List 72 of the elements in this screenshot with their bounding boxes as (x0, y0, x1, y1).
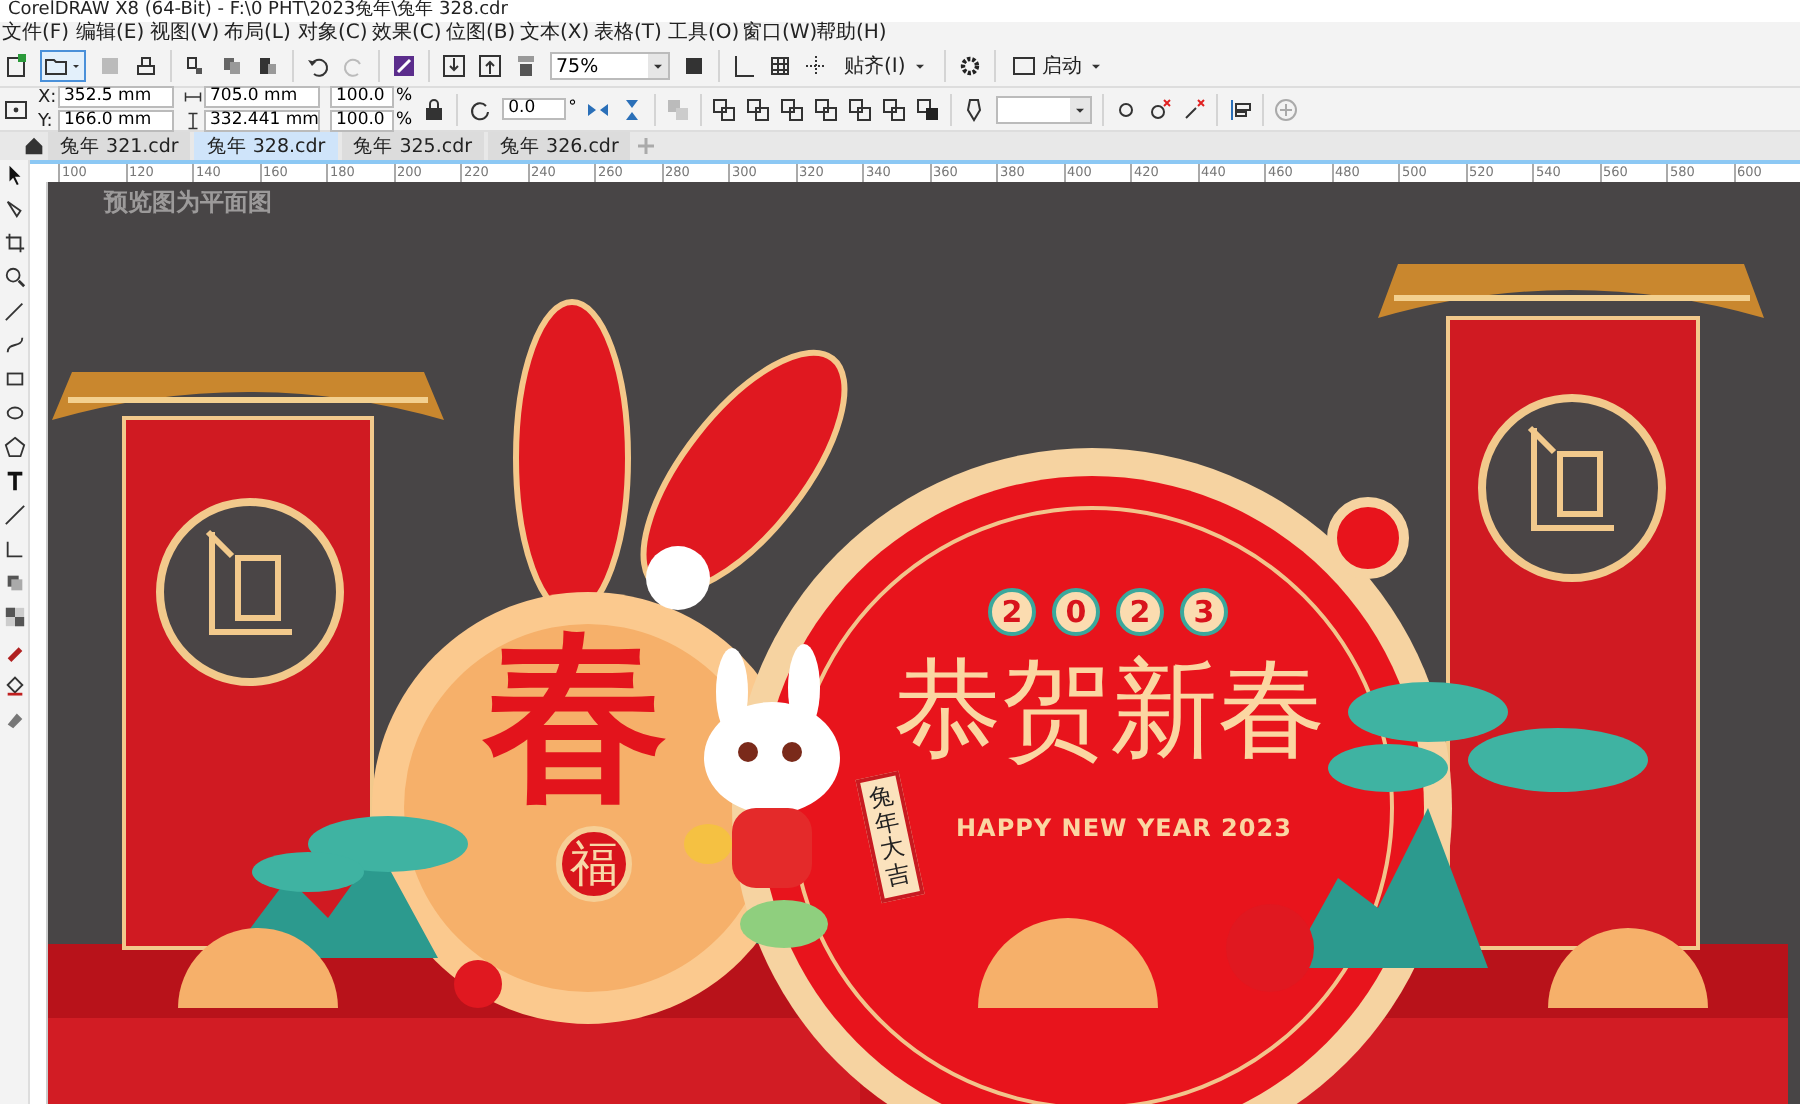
connector-tool-icon[interactable] (3, 538, 25, 560)
rotate-icon[interactable] (468, 97, 493, 121)
launch-button[interactable]: 启动 (1007, 52, 1108, 80)
freehand-tool-icon[interactable] (3, 300, 25, 322)
menu-item[interactable]: 文件(F) (0, 22, 74, 46)
unit-label: % (396, 88, 413, 106)
undo-icon[interactable] (306, 54, 330, 78)
document-tab[interactable]: 兔年 325.cdr (341, 132, 485, 160)
rectangle-tool-icon[interactable] (3, 368, 25, 390)
menu-item[interactable]: 编辑(E) (74, 22, 148, 46)
window-title: CorelDRAW X8 (64-Bit) - F:\0 PHT\2023兔年\兔年 328.cdr (8, 0, 508, 21)
menu-item[interactable]: 布局(L) (222, 22, 296, 46)
settings-icon[interactable] (957, 54, 982, 78)
width-icon (184, 88, 202, 106)
text-align-icon[interactable] (1228, 97, 1253, 121)
boundary-icon[interactable] (916, 97, 941, 121)
folder-icon (44, 54, 68, 78)
input-field[interactable]: 166.0 mm (58, 110, 174, 132)
zoom-dropdown[interactable]: 75% (550, 52, 670, 80)
parallel-dimension-icon[interactable] (3, 504, 25, 526)
polygon-tool-icon[interactable] (3, 436, 25, 458)
document-tab[interactable]: 兔年 328.cdr (194, 132, 338, 160)
snap-to-button[interactable]: 贴齐(I) (840, 52, 932, 80)
rulers-icon[interactable] (732, 54, 756, 78)
unit-label: % (396, 112, 413, 130)
open-button[interactable] (40, 50, 86, 82)
input-field[interactable]: 100.0 (330, 110, 394, 132)
shape-tool-icon[interactable] (3, 198, 25, 220)
lock-icon[interactable] (422, 97, 447, 121)
big-character: 春 (484, 626, 668, 810)
window-icon (1011, 54, 1036, 78)
preview-note: 预览图为平面图 (104, 186, 272, 220)
subtitle: HAPPY NEW YEAR 2023 (956, 814, 1292, 842)
input-field[interactable]: 0.0 (502, 98, 567, 120)
crop-tool-icon[interactable] (3, 232, 25, 254)
print-icon[interactable] (134, 54, 158, 78)
height-icon (184, 112, 202, 130)
input-field[interactable]: 352.5 mm (58, 86, 174, 108)
grid-icon[interactable] (768, 54, 792, 78)
input-field[interactable]: 705.0 mm (204, 86, 320, 108)
menu-item[interactable]: 工具(O) (666, 22, 740, 46)
field-label: X: (38, 87, 56, 107)
menu-item[interactable]: 对象(C) (296, 22, 370, 46)
transparency-tool-icon[interactable] (3, 606, 25, 628)
input-field[interactable]: 332.441 mm (204, 110, 320, 132)
menu-item[interactable]: 文本(X) (518, 22, 592, 46)
menu-item[interactable]: 效果(C) (370, 22, 444, 46)
curve-tool-icon[interactable] (3, 334, 25, 356)
input-field[interactable]: 100.0 (330, 86, 394, 108)
menu-item[interactable]: 位图(B) (444, 22, 518, 46)
ellipse-tool-icon[interactable] (3, 402, 25, 424)
guidelines-icon[interactable] (804, 54, 828, 78)
pen-icon[interactable] (962, 97, 987, 121)
menu-item[interactable]: 帮助(H) (814, 22, 888, 46)
menu-item[interactable]: 窗口(W) (740, 22, 814, 46)
text-tool-icon[interactable] (3, 470, 25, 492)
export-icon[interactable] (478, 54, 502, 78)
zoom-tool-icon[interactable] (3, 266, 25, 288)
copy-icon[interactable] (220, 54, 244, 78)
import-icon[interactable] (442, 54, 466, 78)
interactive-fill-icon[interactable] (3, 674, 25, 696)
object-origin-icon[interactable] (4, 97, 28, 121)
document-tab[interactable]: 兔年 326.cdr (488, 132, 631, 160)
drop-shadow-tool-icon[interactable] (3, 572, 25, 594)
field-label: Y: (38, 111, 55, 131)
headline: 恭贺新春 (894, 650, 1326, 769)
document-tab[interactable]: 兔年 321.cdr (48, 132, 191, 160)
home-icon[interactable] (24, 132, 44, 160)
unit-label: ° (568, 100, 577, 118)
new-document-icon[interactable] (4, 54, 28, 78)
menu-item[interactable]: 表格(T) (592, 22, 666, 46)
menu-item[interactable]: 视图(V) (148, 22, 222, 46)
